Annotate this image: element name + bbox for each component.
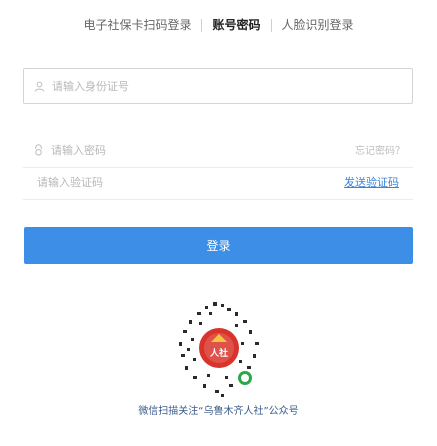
qr-logo-text: 人社 xyxy=(209,347,228,359)
qr-code-icon: 人社 xyxy=(169,298,269,398)
captcha-placeholder: 请输入验证码 xyxy=(37,175,103,189)
tab-account-password[interactable]: 账号密码 xyxy=(202,16,270,34)
user-icon xyxy=(33,80,45,92)
password-placeholder: 请输入密码 xyxy=(51,143,106,157)
wechat-qr-code: 人社 xyxy=(169,298,269,398)
send-captcha-link[interactable]: 发送验证码 xyxy=(344,174,399,190)
id-number-placeholder: 请输入身份证号 xyxy=(52,80,129,93)
login-panel: 电子社保卡扫码登录 账号密码 人脸识别登录 请输入身份证号 请输入密码 忘记密码… xyxy=(0,0,437,446)
forgot-password-link[interactable]: 忘记密码？ xyxy=(355,142,405,157)
tab-social-card-login[interactable]: 电子社保卡扫码登录 xyxy=(73,16,201,34)
captcha-field[interactable]: 请输入验证码 发送验证码 xyxy=(23,164,413,200)
tab-face-login[interactable]: 人脸识别登录 xyxy=(272,16,364,34)
login-tabs: 电子社保卡扫码登录 账号密码 人脸识别登录 xyxy=(0,14,437,36)
login-button[interactable]: 登录 xyxy=(24,227,413,264)
qr-caption: 微信扫描关注“乌鲁木齐人社”公众号 xyxy=(138,406,299,417)
lock-icon xyxy=(32,143,44,156)
password-field[interactable]: 请输入密码 忘记密码？ xyxy=(23,132,413,168)
id-number-field[interactable]: 请输入身份证号 xyxy=(23,68,413,104)
